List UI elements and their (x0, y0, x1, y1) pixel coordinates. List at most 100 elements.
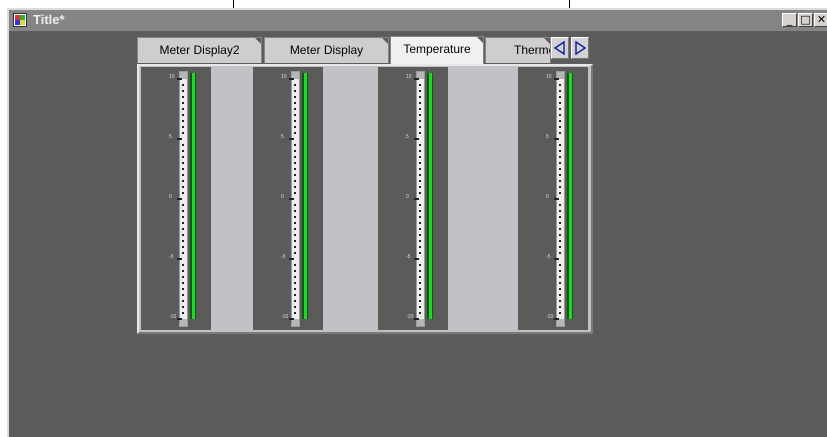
scale-tick (177, 198, 182, 200)
scale-tick (182, 162, 184, 164)
scale-tick (182, 168, 184, 170)
scale-tick (559, 276, 561, 278)
scale-tick (182, 312, 184, 314)
scale-tick (182, 132, 184, 134)
scale-tick (294, 306, 296, 308)
meter-2: 10 5 0 -5 -10 (253, 67, 323, 330)
scale-label: -10 (546, 314, 554, 320)
scale-tick (559, 312, 561, 314)
scale-tick (419, 210, 421, 212)
scale-tick (182, 102, 184, 104)
scale-tick (419, 246, 421, 248)
meter-bar-fill (429, 73, 432, 319)
scale-tick (414, 258, 419, 260)
scale-label: 10 (406, 74, 412, 80)
scale-tick (559, 96, 561, 98)
scale-tick (294, 186, 296, 188)
scale-label: 10 (169, 74, 175, 80)
scale-tick (419, 300, 421, 302)
scale-tick (559, 144, 561, 146)
scale-tick (294, 162, 296, 164)
scale-tick (419, 228, 421, 230)
scale-tick (559, 120, 561, 122)
scale-tick (294, 270, 296, 272)
meter-scale (289, 71, 300, 327)
scale-tick (419, 120, 421, 122)
tab-temperature[interactable]: Temperature (390, 36, 484, 64)
scale-tick (294, 126, 296, 128)
scale-tick (559, 216, 561, 218)
scale-tick (182, 264, 184, 266)
meter-scale (177, 71, 188, 327)
tab-label: Meter Display2 (159, 43, 240, 57)
scale-label: 5 (281, 134, 284, 140)
scale-tick (294, 246, 296, 248)
scale-label: 10 (281, 74, 287, 80)
scale-tick (294, 108, 296, 110)
scale-tick (419, 222, 421, 224)
scale-label: 10 (546, 74, 552, 80)
scale-label: 0 (169, 194, 172, 200)
scale-tick (559, 162, 561, 164)
tab-thermo[interactable]: Thermo (485, 37, 551, 63)
scale-label: -5 (546, 254, 551, 260)
scale-tick (294, 84, 296, 86)
tab-scroll-right-button[interactable] (571, 37, 589, 59)
scale-tick (419, 168, 421, 170)
meter-scale (414, 71, 425, 327)
scale-tick (294, 264, 296, 266)
scale-label: 0 (281, 194, 284, 200)
scale-bottom-cap (180, 319, 187, 326)
scale-tick (294, 210, 296, 212)
scale-tick (419, 312, 421, 314)
meter-4: 10 5 0 -5 -10 (518, 67, 588, 330)
scale-tick (559, 150, 561, 152)
scale-tick (419, 108, 421, 110)
scale-tick (419, 180, 421, 182)
tab-meter-display2[interactable]: Meter Display2 (137, 37, 262, 63)
scale-tick (419, 270, 421, 272)
meter-bar-fill (192, 73, 195, 319)
scale-tick (294, 120, 296, 122)
scale-tick (559, 126, 561, 128)
scale-label: -10 (406, 314, 414, 320)
tab-meter-display[interactable]: Meter Display (264, 37, 389, 63)
tab-scroll-left-button[interactable] (551, 37, 569, 59)
scale-tick (559, 174, 561, 176)
scale-tick (182, 84, 184, 86)
scale-tick (559, 204, 561, 206)
scale-tick (182, 144, 184, 146)
scale-label: 0 (406, 194, 409, 200)
window-title: Title* (33, 12, 65, 27)
scale-tick (559, 180, 561, 182)
scale-label: -10 (169, 314, 177, 320)
scale-tick (559, 240, 561, 242)
scale-tick (182, 222, 184, 224)
title-bar[interactable]: Title* _ □ ✕ (9, 10, 827, 31)
scale-tick (294, 144, 296, 146)
scale-tick (559, 294, 561, 296)
scale-tick (182, 246, 184, 248)
scale-tick (182, 276, 184, 278)
scale-label: -10 (281, 314, 289, 320)
triangle-left-icon (553, 40, 565, 56)
scale-tick (414, 138, 419, 140)
minimize-button[interactable]: _ (782, 13, 797, 27)
scale-tick (294, 276, 296, 278)
scale-tick (559, 156, 561, 158)
scale-tick (419, 150, 421, 152)
scale-tick (294, 192, 296, 194)
scale-label: 5 (406, 134, 409, 140)
close-button[interactable]: ✕ (814, 13, 827, 27)
scale-tick (419, 264, 421, 266)
maximize-button[interactable]: □ (798, 13, 813, 27)
scale-tick (294, 180, 296, 182)
scale-tick (559, 246, 561, 248)
scale-tick (419, 282, 421, 284)
scale-tick (294, 234, 296, 236)
scale-tick (182, 120, 184, 122)
scale-tick (289, 138, 294, 140)
scale-tick (559, 228, 561, 230)
scale-label: 5 (169, 134, 172, 140)
scale-label: -5 (281, 254, 286, 260)
